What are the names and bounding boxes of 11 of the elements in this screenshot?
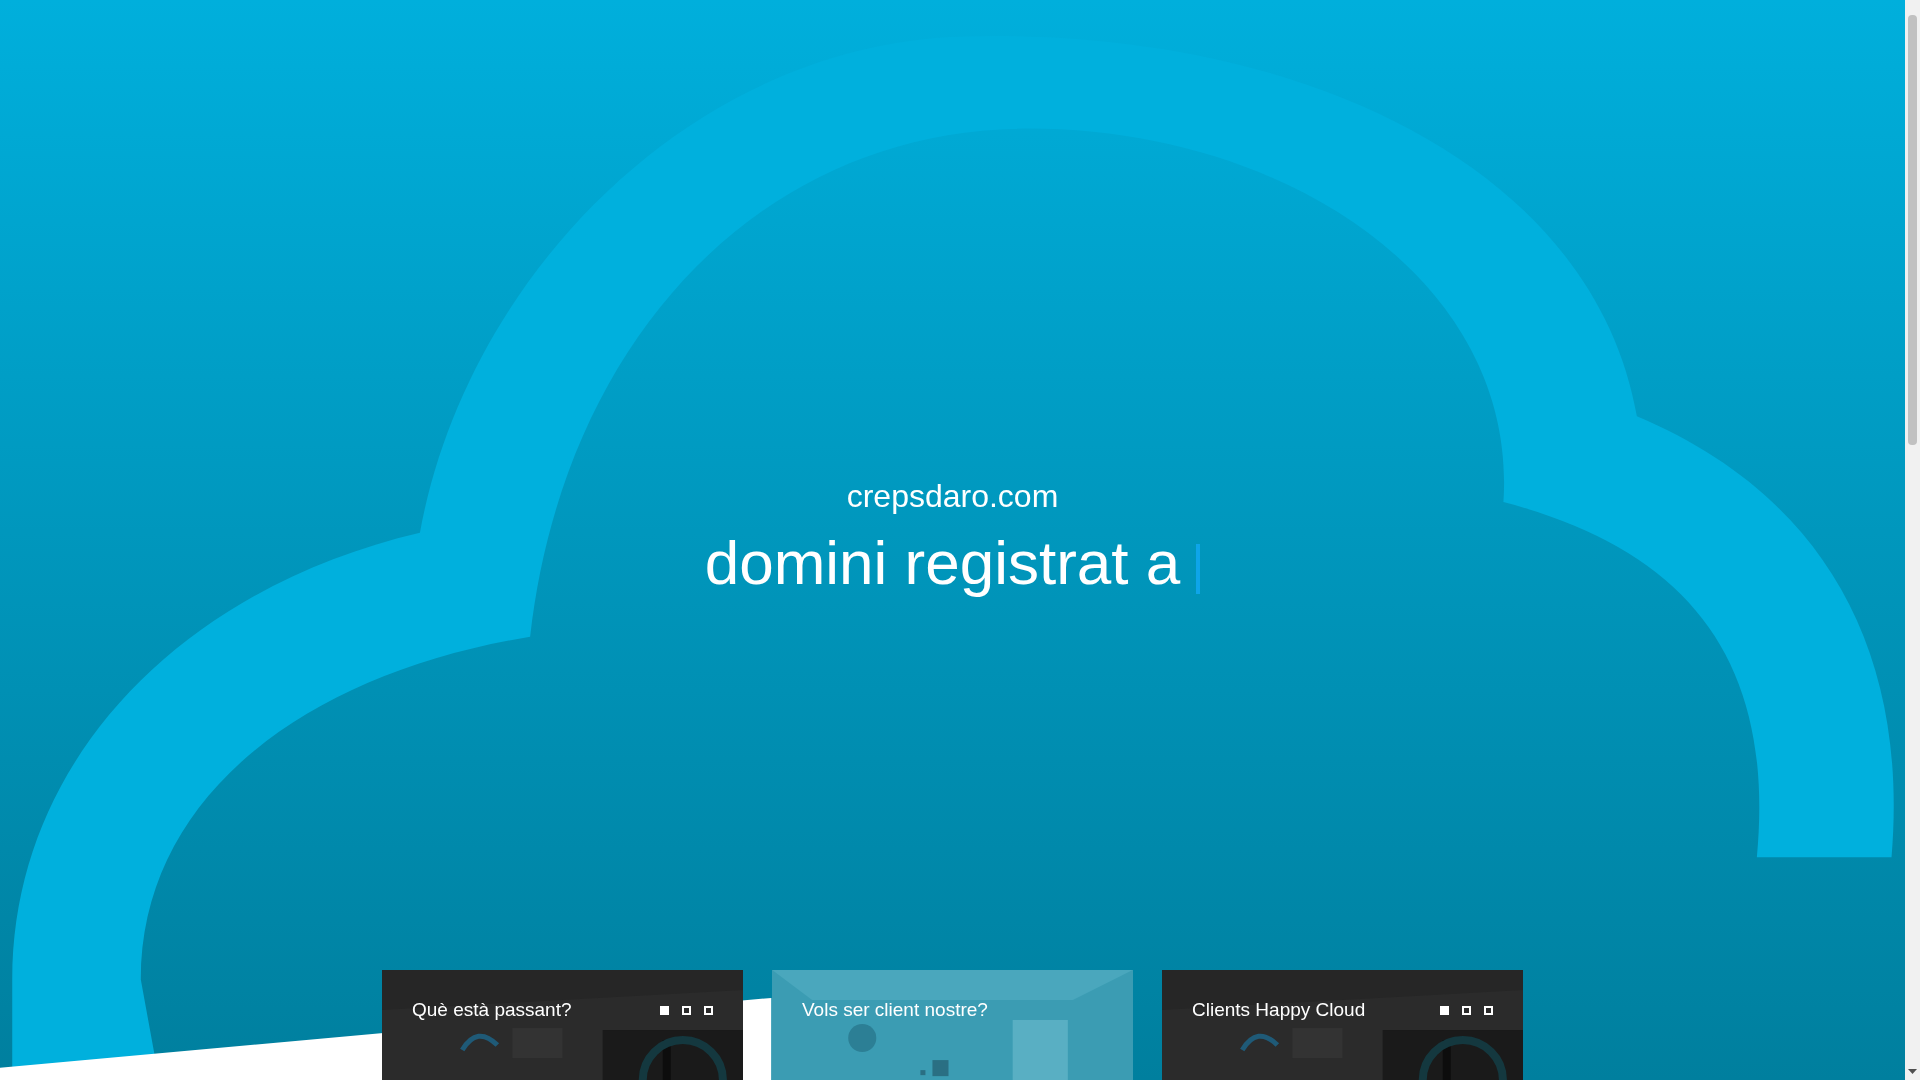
headline: domini registrat a [704,527,1181,599]
domain-name: crepsdaro.com [846,477,1059,516]
card-title: Què està passant? [412,998,572,1022]
card-title: Vols ser client nostre? [802,998,988,1022]
scrollbar-thumb[interactable] [1908,15,1917,445]
text-cursor [1196,543,1201,594]
card[interactable]: Clients Happy Cloud [1162,970,1523,1080]
card-title: Clients Happy Cloud [1192,998,1366,1022]
scrollbar[interactable] [1905,0,1920,1080]
scroll-down-icon[interactable] [1908,1069,1917,1075]
card[interactable]: Què està passant? [382,970,743,1080]
